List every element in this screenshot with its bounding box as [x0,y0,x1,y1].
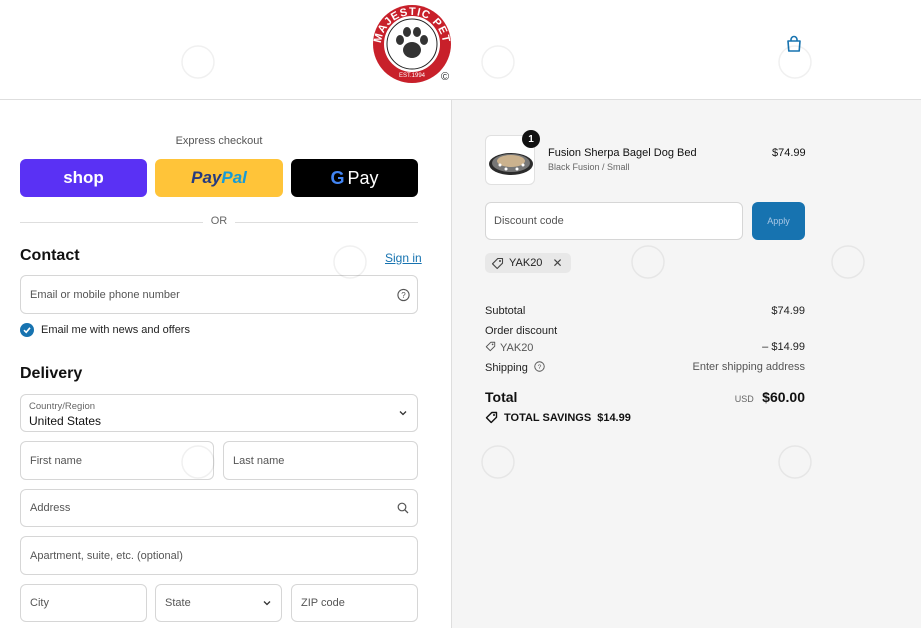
shipping-row: Shipping ? Enter shipping address [485,361,805,374]
email-field[interactable]: Email or mobile phone number ? [20,275,418,314]
order-discount-row: Order discount [485,325,805,337]
product-variant: Black Fusion / Small [548,162,630,172]
state-placeholder: State [165,597,191,609]
help-icon[interactable]: ? [397,288,410,301]
subtotal-value: $74.99 [771,305,805,317]
country-select[interactable]: Country/Region United States [20,394,418,432]
chevron-down-icon [399,411,407,416]
last-name-field[interactable]: Last name [223,441,418,480]
google-g-icon: G [330,167,345,188]
or-label: OR [202,215,236,227]
total-savings-label: TOTAL SAVINGS [504,411,592,424]
remove-discount-icon[interactable]: ✕ [552,256,562,270]
shop-pay-label: shop [63,168,104,187]
zip-placeholder: ZIP code [301,597,345,609]
address-placeholder: Address [30,502,71,514]
newsletter-label: Email me with news and offers [41,324,190,336]
copyright-mark: © [441,71,450,83]
city-placeholder: City [30,597,49,609]
header: MAJESTIC PET EST.1994 © [0,0,921,100]
or-divider: OR [20,215,418,229]
quantity-badge: 1 [522,130,540,148]
email-placeholder: Email or mobile phone number [30,288,180,301]
first-name-field[interactable]: First name [20,441,214,480]
subtotal-label: Subtotal [485,305,526,317]
state-select[interactable]: State [155,584,282,622]
shop-pay-button[interactable]: shop [20,159,147,197]
total-row: Total USD $60.00 [485,389,805,407]
newsletter-checkbox[interactable] [20,323,34,337]
order-discount-code: YAK20 [500,342,534,354]
tag-icon [491,257,504,269]
contact-title: Contact [20,247,80,264]
apartment-placeholder: Apartment, suite, etc. (optional) [30,549,183,562]
country-value: United States [29,414,102,428]
paypal-label-part2: Pal [221,168,247,187]
country-label: Country/Region [29,401,96,412]
product-name: Fusion Sherpa Bagel Dog Bed [548,147,697,159]
discount-placeholder: Discount code [494,215,564,227]
total-label: Total [485,389,518,405]
sign-in-link[interactable]: Sign in [385,251,422,265]
discount-code-field[interactable]: Discount code [485,202,743,240]
svg-text:?: ? [401,291,406,300]
savings-tag-icon [485,411,498,424]
order-discount-label: Order discount [485,325,558,337]
checkout-form: Express checkout shop Pay Pal G Pay OR Co… [0,100,451,628]
svg-text:EST.1994: EST.1994 [399,73,426,79]
svg-text:MAJESTIC PET: MAJESTIC PET [372,6,452,44]
chevron-down-icon [263,601,271,606]
google-pay-label: Pay [347,167,379,188]
apply-button[interactable]: Apply [752,202,805,240]
product-price: $74.99 [772,147,806,159]
express-checkout-title: Express checkout [175,135,263,147]
google-pay-button[interactable]: G Pay [291,159,418,197]
subtotal-row: Subtotal $74.99 [485,305,805,317]
last-name-placeholder: Last name [233,454,285,467]
total-savings-row: TOTAL SAVINGS $14.99 [485,411,631,424]
address-field[interactable]: Address [20,489,418,527]
applied-code: YAK20 [509,257,543,269]
total-savings-value: $14.99 [597,411,631,424]
total-value: $60.00 [762,389,805,405]
paypal-label-part1: Pay [191,168,222,187]
paypal-button[interactable]: Pay Pal [155,159,283,197]
city-field[interactable]: City [20,584,147,622]
zip-field[interactable]: ZIP code [291,584,418,622]
delivery-title: Delivery [20,365,83,382]
order-discount-value: – $14.99 [762,341,805,353]
checkmark-icon [23,327,31,334]
total-currency: USD [734,394,754,404]
shopping-bag-icon[interactable] [785,35,803,53]
shipping-label: Shipping [485,362,528,374]
apartment-field[interactable]: Apartment, suite, etc. (optional) [20,536,418,575]
first-name-placeholder: First name [30,454,82,467]
order-discount-code-row: YAK20 – $14.99 [485,341,805,354]
search-icon[interactable] [397,502,409,514]
shipping-value: Enter shipping address [692,361,805,373]
order-summary-panel: 1 Fusion Sherpa Bagel Dog Bed Black Fusi… [451,100,921,628]
tag-icon [485,341,496,352]
help-icon[interactable]: ? [534,361,545,372]
applied-discount-chip: YAK20 ✕ [485,253,571,273]
svg-text:?: ? [538,364,542,371]
